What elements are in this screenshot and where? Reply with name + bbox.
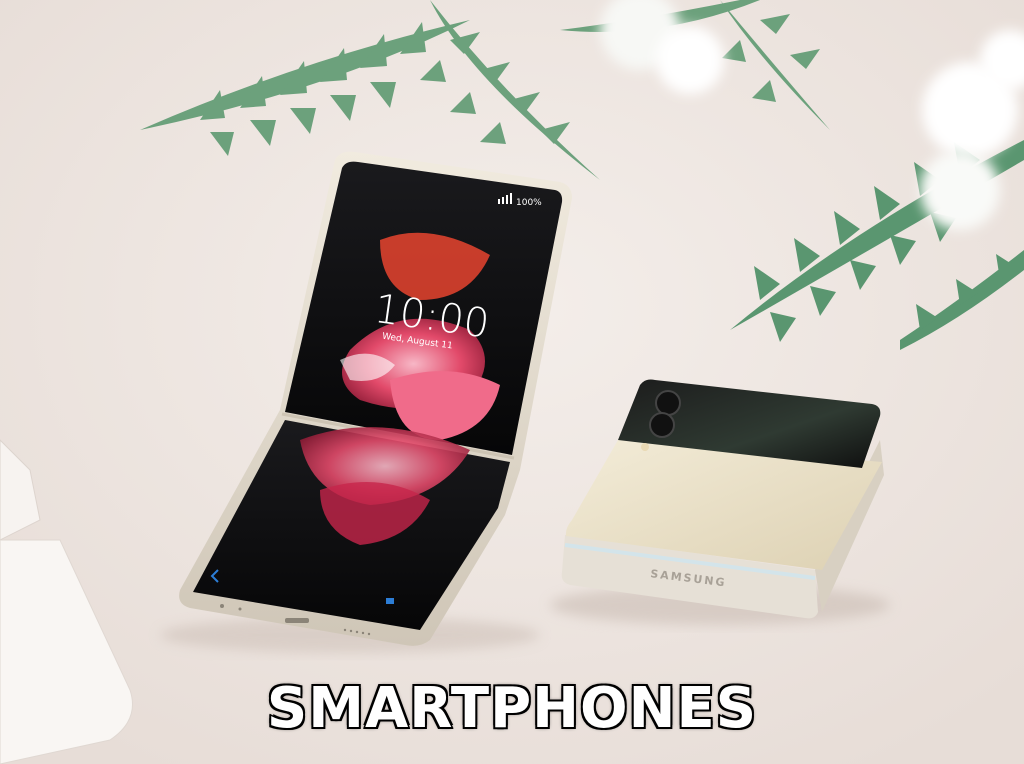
camera-lens-icon	[649, 412, 675, 438]
scene-illustration: 100% 10:00 Wed, August 11 SAMSUNG	[0, 0, 1024, 764]
phone-camera-icon	[386, 598, 394, 604]
flash-icon	[641, 443, 649, 451]
status-battery: 100%	[516, 198, 542, 208]
camera-lens-icon	[655, 390, 681, 416]
product-photo: 100% 10:00 Wed, August 11 SAMSUNG SMARTP…	[0, 0, 1024, 764]
caption-title: SMARTPHONES	[265, 675, 758, 743]
